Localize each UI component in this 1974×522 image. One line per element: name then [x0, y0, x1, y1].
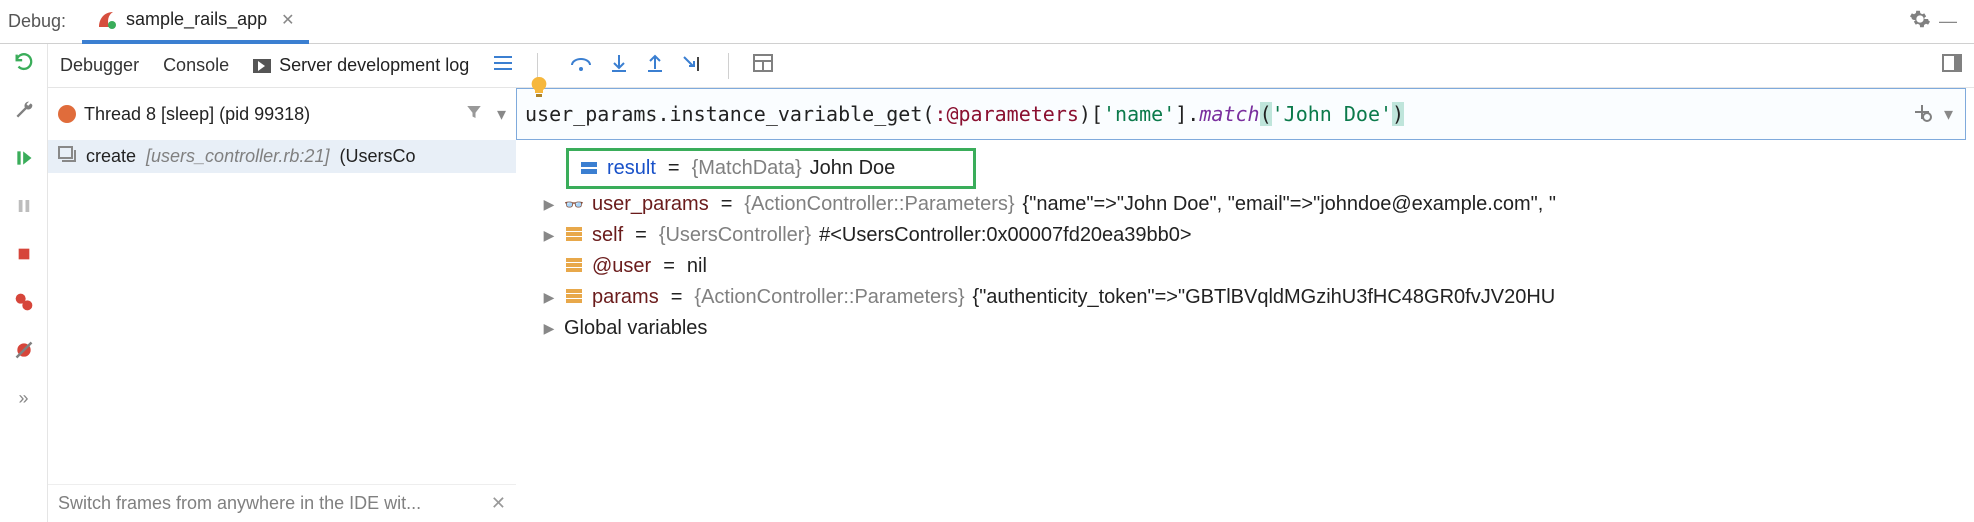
minimize-icon[interactable]: —: [1934, 11, 1962, 32]
frames-icon: [58, 146, 76, 167]
object-icon: [564, 255, 584, 278]
stack-frame-selected[interactable]: create [users_controller.rb:21] (UsersCo: [48, 140, 516, 173]
add-watch-icon[interactable]: [1912, 102, 1932, 127]
watch-icon: 👓: [564, 195, 584, 215]
var-value: {"name"=>"John Doe", "email"=>"johndoe@e…: [1023, 193, 1556, 216]
var-value: nil: [687, 255, 707, 278]
wrench-icon[interactable]: [12, 98, 36, 122]
var-row-self[interactable]: ▶ self = {UsersController} #<UsersContro…: [536, 220, 1974, 251]
rerun-icon[interactable]: [12, 50, 36, 74]
debug-gutter: »: [0, 44, 48, 522]
evaluate-expression-input[interactable]: user_params.instance_variable_get(:@para…: [516, 88, 1966, 140]
chevron-right-icon[interactable]: ▶: [542, 196, 556, 213]
object-icon: [564, 224, 584, 247]
run-to-cursor-icon[interactable]: [682, 53, 704, 78]
layout-icon[interactable]: [493, 54, 513, 77]
resume-icon[interactable]: [12, 146, 36, 170]
close-tab-icon[interactable]: ✕: [281, 10, 294, 30]
terminal-icon: [253, 59, 271, 73]
run-config-tab[interactable]: sample_rails_app ✕: [82, 0, 309, 44]
pause-icon[interactable]: [12, 194, 36, 218]
var-class: {ActionController::Parameters}: [694, 286, 964, 309]
gear-icon[interactable]: [1906, 8, 1934, 35]
server-log-tab[interactable]: Server development log: [253, 55, 469, 76]
variables-panel: user_params.instance_variable_get(:@para…: [516, 88, 1974, 522]
var-class: {UsersController}: [659, 224, 811, 247]
server-log-label: Server development log: [279, 55, 469, 76]
var-row-globals[interactable]: ▶ Global variables: [536, 313, 1974, 344]
debug-header: Debug: sample_rails_app ✕ —: [0, 0, 1974, 44]
tip-banner: Switch frames from anywhere in the IDE w…: [48, 484, 516, 522]
result-row[interactable]: result = {MatchData} John Doe: [566, 148, 976, 189]
chevron-right-icon[interactable]: ▶: [542, 320, 556, 337]
var-row-params[interactable]: ▶ params = {ActionController::Parameters…: [536, 282, 1974, 313]
frame-location: [users_controller.rb:21]: [146, 146, 329, 167]
var-value: John Doe: [810, 157, 896, 180]
run-config-label: sample_rails_app: [126, 9, 267, 30]
thread-badge-icon: [58, 105, 76, 123]
chevron-right-icon[interactable]: ▶: [542, 227, 556, 244]
more-icon[interactable]: »: [12, 386, 36, 410]
stop-icon[interactable]: [12, 242, 36, 266]
var-value: #<UsersController:0x00007fd20ea39bb0>: [819, 224, 1192, 247]
rails-icon: [96, 9, 118, 31]
evaluate-grid-icon[interactable]: [753, 54, 773, 77]
var-name: user_params: [592, 193, 709, 216]
table-icon: [579, 157, 599, 180]
frames-panel: Thread 8 [sleep] (pid 99318) ▾ create [u…: [48, 88, 516, 522]
console-tab[interactable]: Console: [163, 55, 229, 76]
debug-sub-toolbar: Debugger Console Server development log: [48, 44, 1974, 88]
var-class: {MatchData}: [692, 157, 802, 180]
debug-title: Debug:: [8, 11, 66, 32]
object-icon: [564, 286, 584, 309]
history-dropdown-icon[interactable]: ▾: [1944, 104, 1953, 125]
step-into-icon[interactable]: [610, 53, 628, 78]
mute-breakpoints-icon[interactable]: [12, 338, 36, 362]
step-over-icon[interactable]: [570, 53, 592, 78]
var-name: result: [607, 157, 656, 180]
layout-right-icon[interactable]: [1942, 54, 1962, 77]
thread-label[interactable]: Thread 8 [sleep] (pid 99318): [84, 104, 451, 125]
filter-icon[interactable]: [459, 103, 489, 126]
chevron-right-icon[interactable]: ▶: [542, 289, 556, 306]
frame-rest: (UsersCo: [339, 146, 415, 167]
var-name: @user: [592, 255, 651, 278]
debugger-tab[interactable]: Debugger: [60, 55, 139, 76]
bulb-icon[interactable]: [530, 76, 548, 103]
close-tip-icon[interactable]: ✕: [491, 493, 506, 514]
var-row-user-params[interactable]: ▶ 👓 user_params = {ActionController::Par…: [536, 189, 1974, 220]
frame-method: create: [86, 146, 136, 167]
var-class: {ActionController::Parameters}: [744, 193, 1014, 216]
var-row-at-user[interactable]: @user = nil: [536, 251, 1974, 282]
var-name: Global variables: [564, 317, 707, 340]
var-value: {"authenticity_token"=>"GBTlBVqldMGzihU3…: [973, 286, 1556, 309]
var-name: self: [592, 224, 623, 247]
expression-text: user_params.instance_variable_get(:@para…: [517, 102, 1900, 126]
tip-text: Switch frames from anywhere in the IDE w…: [58, 493, 481, 514]
step-out-icon[interactable]: [646, 53, 664, 78]
var-name: params: [592, 286, 659, 309]
breakpoints-icon[interactable]: [12, 290, 36, 314]
thread-dropdown-icon[interactable]: ▾: [497, 104, 506, 125]
